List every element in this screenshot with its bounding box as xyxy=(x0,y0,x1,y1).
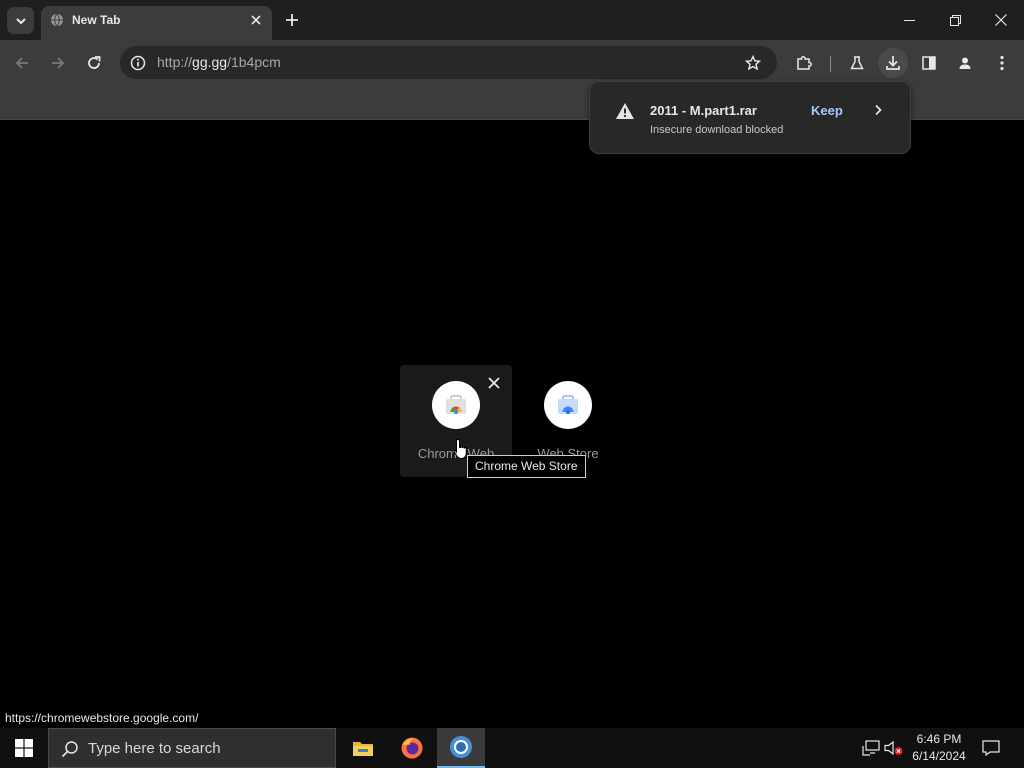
labs-button[interactable] xyxy=(842,48,872,78)
browser-toolbar: http://gg.gg/1b4pcm xyxy=(0,40,1024,86)
download-status: Insecure download blocked xyxy=(650,124,784,136)
shortcut-favicon xyxy=(544,381,592,429)
minimize-button[interactable] xyxy=(893,6,925,34)
shortcut-favicon xyxy=(432,381,480,429)
reload-icon xyxy=(88,56,101,69)
windows-logo-icon xyxy=(15,739,33,757)
taskbar-clock[interactable]: 6:46 PM 6/14/2024 xyxy=(905,731,973,765)
extensions-button[interactable] xyxy=(789,48,819,78)
hand-cursor-icon xyxy=(453,438,467,460)
tray-volume[interactable] xyxy=(884,738,904,758)
taskbar-search-box[interactable]: Type here to search xyxy=(48,728,336,768)
web-store-icon xyxy=(558,395,578,414)
plus-icon xyxy=(286,14,298,26)
tab-new-tab[interactable]: New Tab xyxy=(41,6,272,40)
chevron-down-icon xyxy=(15,17,26,24)
download-filename: 2011 - M.part1.rar xyxy=(650,103,757,118)
minimize-icon xyxy=(903,19,915,21)
side-panel-button[interactable] xyxy=(914,48,944,78)
downloads-button[interactable] xyxy=(878,48,908,78)
search-icon xyxy=(61,741,78,758)
volume-muted-icon xyxy=(884,740,903,756)
taskbar: Type here to search 6:46 PM 6/14/2024 xyxy=(0,728,1024,768)
side-panel-icon xyxy=(922,56,936,70)
notification-icon xyxy=(982,740,1000,756)
taskbar-chrome[interactable] xyxy=(437,728,485,768)
person-icon xyxy=(959,57,971,69)
profile-button[interactable] xyxy=(950,48,980,78)
clock-time: 6:46 PM xyxy=(916,732,962,746)
new-tab-button[interactable] xyxy=(282,10,302,30)
tab-close-button[interactable] xyxy=(248,12,264,28)
download-icon xyxy=(886,56,900,70)
reload-button[interactable] xyxy=(79,48,109,78)
notifications-button[interactable] xyxy=(981,738,1001,758)
close-window-button[interactable] xyxy=(985,6,1017,34)
title-bar: New Tab xyxy=(0,0,1024,40)
menu-button[interactable] xyxy=(987,48,1017,78)
status-url-bubble: https://chromewebstore.google.com/ xyxy=(0,709,204,728)
globe-icon xyxy=(51,13,63,27)
close-icon xyxy=(995,14,1007,26)
info-icon xyxy=(130,55,146,71)
download-bubble: 2011 - M.part1.rar Insecure download blo… xyxy=(589,81,911,154)
kebab-icon xyxy=(1000,55,1004,71)
chevron-right-icon xyxy=(875,104,882,116)
close-icon xyxy=(251,15,261,25)
folder-icon xyxy=(353,742,373,756)
chrome-web-store-icon xyxy=(446,395,466,414)
address-bar[interactable]: http://gg.gg/1b4pcm xyxy=(120,46,777,79)
arrow-right-icon xyxy=(52,57,65,69)
star-icon xyxy=(745,55,761,71)
puzzle-icon xyxy=(797,56,812,70)
tray-network[interactable] xyxy=(861,738,881,758)
toolbar-divider xyxy=(830,56,831,72)
site-info-button[interactable] xyxy=(126,51,150,75)
start-button[interactable] xyxy=(0,728,48,768)
taskbar-file-explorer[interactable] xyxy=(339,728,387,768)
shortcut-tooltip: Chrome Web Store xyxy=(467,455,586,478)
restore-button[interactable] xyxy=(939,6,971,34)
remove-shortcut-button[interactable] xyxy=(486,375,502,391)
taskbar-search-placeholder: Type here to search xyxy=(88,740,221,757)
warning-icon xyxy=(616,103,634,119)
tab-title: New Tab xyxy=(72,13,121,27)
tab-search-button[interactable] xyxy=(7,7,34,34)
download-details-button[interactable] xyxy=(870,101,886,119)
back-button[interactable] xyxy=(7,48,37,78)
forward-button[interactable] xyxy=(43,48,73,78)
bookmark-button[interactable] xyxy=(741,51,765,75)
keep-button[interactable]: Keep xyxy=(811,103,843,118)
restore-icon xyxy=(949,14,961,26)
arrow-left-icon xyxy=(15,57,28,69)
url-text[interactable]: http://gg.gg/1b4pcm xyxy=(157,54,281,70)
chrome-icon xyxy=(450,736,472,758)
flask-icon xyxy=(850,56,864,70)
taskbar-firefox[interactable] xyxy=(388,728,436,768)
clock-date: 6/14/2024 xyxy=(912,749,966,763)
firefox-icon xyxy=(401,737,423,759)
network-icon xyxy=(862,740,880,756)
close-icon xyxy=(488,377,500,389)
